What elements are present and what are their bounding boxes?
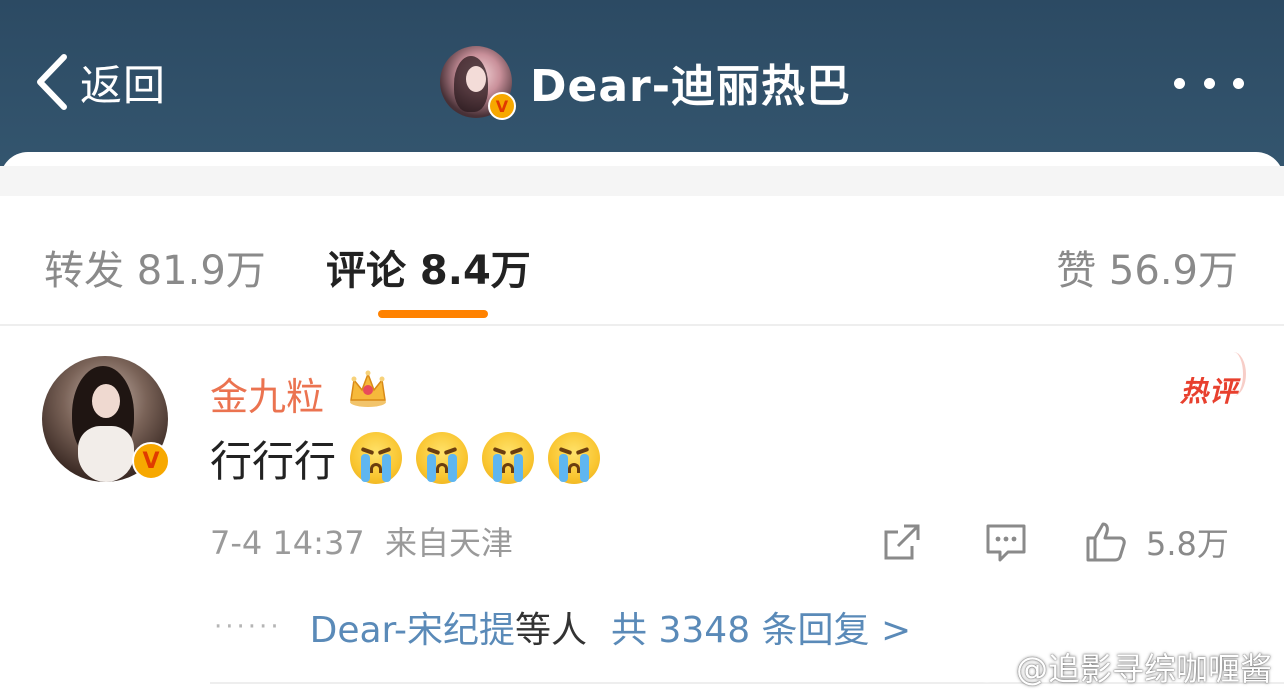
dot-icon [1233, 77, 1244, 89]
like-button[interactable]: 5.8万 [1084, 512, 1229, 572]
comment-body: 行行行 [210, 428, 601, 488]
hot-comment-badge: 热评 [1180, 352, 1247, 410]
commenter-avatar[interactable]: V [42, 356, 170, 482]
dot-icon [1203, 77, 1215, 89]
view-all-replies-link[interactable]: 共 3348 条回复 > [611, 601, 911, 653]
active-tab-indicator [378, 310, 488, 318]
chevron-left-icon [37, 54, 67, 110]
reply-button[interactable] [984, 512, 1028, 572]
like-count: 5.8万 [1146, 525, 1229, 563]
page-title: Dear-迪丽热巴 [530, 61, 852, 112]
crying-face-icon [416, 432, 469, 484]
back-button[interactable]: 返回 [34, 52, 166, 112]
weibo-comment-page: 返回 V Dear-迪丽热巴 转发 81.9万 评论 8.4万 赞 56.9万 [0, 0, 1284, 697]
card-top-strip [0, 166, 1284, 196]
ellipsis-dots: ······ [214, 612, 282, 642]
verified-badge-icon: V [132, 442, 170, 480]
watermark: @追影寻综咖喱酱 [970, 644, 1272, 690]
back-label: 返回 [80, 60, 167, 110]
crown-icon [350, 370, 386, 407]
watermark-text: @追影寻综咖喱酱 [1015, 650, 1272, 688]
tab-comment[interactable]: 评论 8.4万 [326, 238, 531, 296]
reply-others-label: 等人 [515, 610, 588, 651]
share-button[interactable] [880, 512, 924, 572]
crying-face-icon [350, 432, 403, 484]
comment-text: 行行行 [210, 436, 337, 486]
verified-badge-icon: V [488, 92, 516, 120]
stats-tabs: 转发 81.9万 评论 8.4万 赞 56.9万 [0, 196, 1284, 326]
comment-icon [986, 524, 1026, 562]
weibo-logo-icon [970, 654, 1007, 683]
reply-user-link[interactable]: Dear-宋纪提 [310, 601, 515, 653]
author-avatar[interactable]: V [440, 46, 516, 120]
comment-meta-row: 7-4 14:37 来自天津 5.8万 [0, 512, 1284, 572]
crying-face-icon [482, 432, 535, 484]
tab-repost[interactable]: 转发 81.9万 [44, 238, 266, 296]
share-icon [884, 524, 920, 560]
top-nav-bar: 返回 V Dear-迪丽热巴 [0, 0, 1284, 175]
tab-like[interactable]: 赞 56.9万 [1056, 238, 1238, 296]
more-options-button[interactable] [1174, 72, 1244, 94]
replies-summary[interactable]: ······ Dear-宋纪提 等人 共 3348 条回复 > [214, 602, 911, 652]
post-author[interactable]: V Dear-迪丽热巴 [440, 44, 851, 120]
thumbs-up-icon [1086, 522, 1126, 562]
divider [0, 324, 1284, 326]
crying-face-icon [548, 432, 601, 484]
comment-timestamp-location: 7-4 14:37 来自天津 [210, 524, 514, 562]
commenter-name[interactable]: 金九粒 [210, 366, 324, 421]
dot-icon [1174, 77, 1185, 89]
